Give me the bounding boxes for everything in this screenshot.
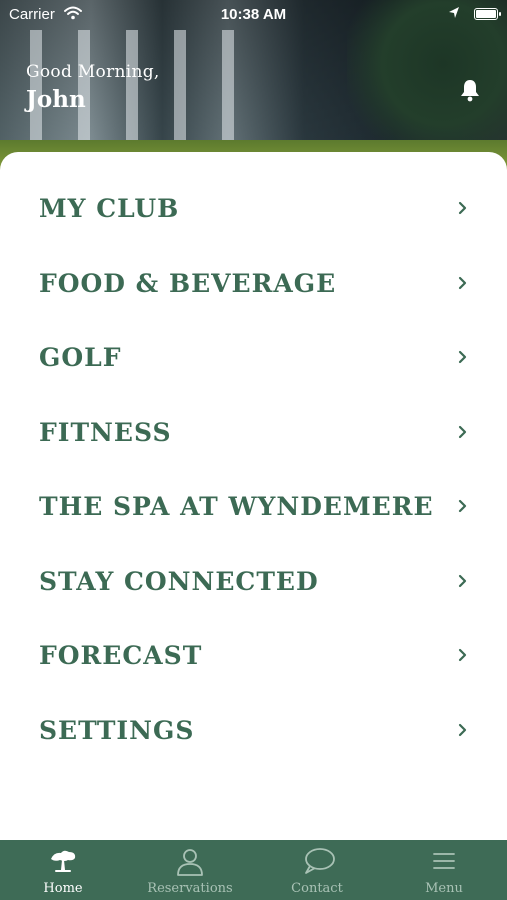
tab-menu[interactable]: Menu [381, 840, 507, 900]
menu-item-label: FITNESS [39, 418, 172, 447]
chevron-right-icon [457, 645, 469, 665]
menu-item-golf[interactable]: GOLF [0, 331, 507, 383]
user-name: John [26, 86, 86, 113]
chevron-right-icon [457, 720, 469, 740]
chevron-right-icon [457, 347, 469, 367]
chevron-right-icon [457, 571, 469, 591]
menu-item-label: GOLF [39, 343, 122, 372]
menu-item-fitness[interactable]: FITNESS [0, 406, 507, 458]
status-time: 10:38 AM [220, 6, 287, 23]
menu-item-stay-connected[interactable]: STAY CONNECTED [0, 555, 507, 607]
tab-label: Menu [425, 881, 463, 896]
chevron-right-icon [457, 496, 469, 516]
menu-item-label: MY CLUB [39, 194, 180, 223]
status-bar: Carrier 10:38 AM [0, 0, 507, 30]
tab-contact[interactable]: Contact [254, 840, 380, 900]
menu-item-label: THE SPA AT WYNDEMERE [39, 492, 434, 521]
tab-reservations[interactable]: Reservations [127, 840, 253, 900]
location-arrow-icon [448, 6, 460, 24]
chevron-right-icon [457, 422, 469, 442]
hamburger-icon [429, 846, 459, 876]
greeting-text: Good Morning, [26, 62, 160, 82]
menu-item-label: STAY CONNECTED [39, 567, 319, 596]
menu-item-label: FOOD & BEVERAGE [39, 269, 337, 298]
tab-label: Reservations [147, 881, 233, 896]
tab-label: Contact [291, 881, 343, 896]
battery-icon [474, 8, 501, 20]
menu-item-spa[interactable]: THE SPA AT WYNDEMERE [0, 480, 507, 532]
menu-item-settings[interactable]: SETTINGS [0, 704, 507, 756]
menu-item-label: SETTINGS [39, 716, 195, 745]
chevron-right-icon [457, 273, 469, 293]
person-icon [175, 846, 205, 876]
menu-item-forecast[interactable]: FORECAST [0, 629, 507, 681]
chevron-right-icon [457, 198, 469, 218]
bottom-tab-bar: Home Reservations Contact Menu [0, 840, 507, 900]
tree-icon [48, 846, 78, 876]
menu-item-my-club[interactable]: MY CLUB [0, 182, 507, 234]
menu-item-label: FORECAST [39, 641, 203, 670]
chat-bubble-icon [302, 846, 335, 876]
greeting-block: Good Morning, John [26, 62, 160, 113]
tab-home[interactable]: Home [0, 840, 126, 900]
menu-item-food-beverage[interactable]: FOOD & BEVERAGE [0, 257, 507, 309]
main-menu-card: MY CLUB FOOD & BEVERAGE GOLF FITNESS THE… [0, 152, 507, 842]
notification-bell-icon[interactable] [459, 78, 481, 102]
tab-label: Home [43, 881, 83, 896]
